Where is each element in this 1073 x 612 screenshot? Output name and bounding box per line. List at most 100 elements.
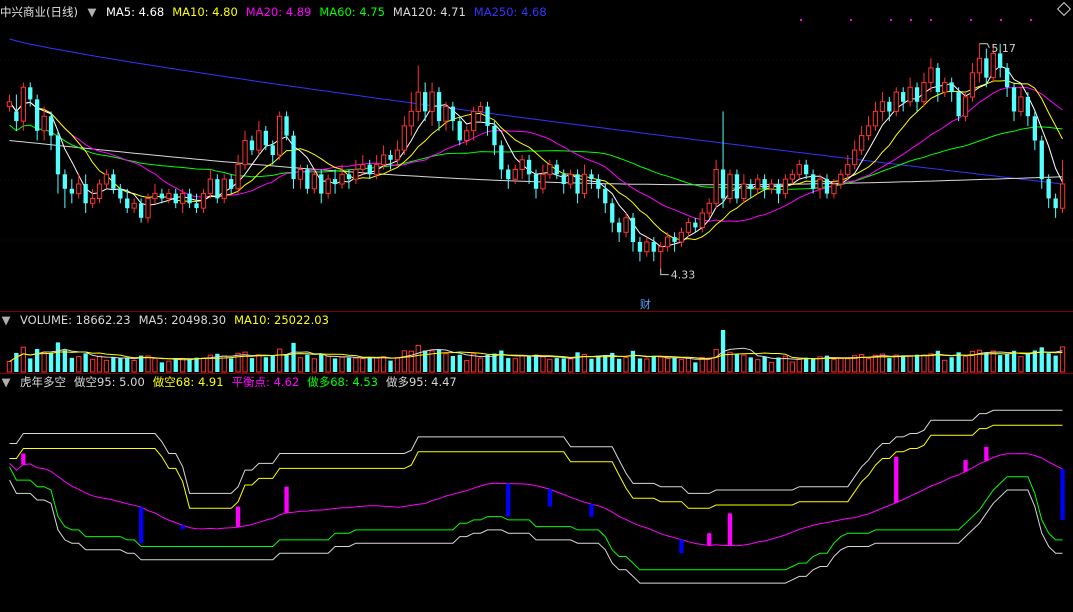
volume-bar-down — [637, 358, 643, 372]
volume-bar-up — [401, 350, 408, 373]
volume-bar-down — [762, 356, 767, 372]
candle-down — [194, 203, 199, 209]
volume-bar-up — [665, 358, 671, 373]
volume-bar-up — [256, 354, 262, 373]
candle-up — [131, 202, 137, 209]
candle-down — [596, 179, 601, 189]
volume-bar-up — [464, 360, 470, 373]
candle-down — [720, 169, 726, 199]
volume-bar-down — [187, 359, 192, 372]
candle-down — [118, 188, 123, 199]
volume-bar-up — [568, 358, 574, 373]
candle-down — [589, 174, 594, 180]
candle-down — [561, 174, 566, 184]
candle-down — [367, 164, 372, 175]
volume-bar-up — [20, 346, 27, 373]
candle-up — [353, 169, 359, 180]
candle-down — [173, 193, 178, 204]
volume-bar-up — [297, 357, 304, 373]
candle-down — [672, 237, 677, 242]
balance-label: 平衡点: 4.62 — [231, 375, 300, 389]
candle-down — [776, 184, 781, 194]
high-price-label: 5.17 — [991, 42, 1016, 55]
volume-bar-down — [388, 360, 393, 372]
volume-bar-up — [415, 344, 421, 373]
volume-bar-down — [14, 353, 19, 372]
candle-up — [256, 130, 262, 151]
short95-label: 做空95: 5.00 — [74, 375, 145, 389]
candle-down — [229, 179, 234, 189]
candle-up — [471, 110, 477, 132]
volume-bar-down — [748, 357, 753, 372]
volume-bar-down — [533, 354, 539, 372]
candle-down — [1039, 140, 1044, 180]
signal-bar-long — [235, 506, 241, 527]
collapse-icon[interactable]: ▼ — [0, 312, 12, 328]
candle-down — [291, 135, 296, 180]
high-pointer — [979, 43, 990, 48]
candle-down — [617, 222, 622, 233]
volume-bar-down — [118, 357, 123, 372]
volume-bar-up — [96, 355, 103, 373]
volume-bar-up — [131, 360, 137, 373]
signal-bar-long — [894, 456, 899, 503]
signal-bar-long — [707, 533, 712, 546]
candle-down — [305, 169, 310, 189]
candle-up — [644, 241, 650, 253]
candle-up — [852, 149, 858, 166]
candle-up — [477, 106, 484, 112]
candle-down — [499, 145, 504, 170]
candle-down — [284, 116, 289, 136]
volume-bar-up — [90, 358, 96, 373]
candle-up — [713, 169, 719, 204]
volume-bar-up — [658, 356, 664, 373]
candle-down — [270, 145, 275, 155]
signal-bar-short — [180, 525, 185, 530]
event-marker — [970, 19, 972, 21]
volume-bar-up — [145, 355, 151, 373]
volume-bar-up — [277, 348, 283, 373]
signal-bar-long — [727, 513, 733, 546]
volume-bar-up — [103, 359, 110, 373]
volume-bar-up — [768, 361, 775, 373]
candle-down — [824, 179, 830, 194]
candle-up — [872, 110, 879, 127]
candle-down — [554, 164, 559, 175]
long68-label: 做多68: 4.53 — [307, 375, 378, 389]
candle-up — [519, 159, 525, 171]
candle-down — [319, 174, 324, 194]
volume-bar-down — [305, 354, 310, 372]
candle-up — [706, 202, 712, 214]
volume-bar-up — [180, 357, 186, 373]
candle-up — [166, 193, 172, 199]
candle-up — [845, 164, 851, 175]
signal-bar-long — [284, 486, 289, 513]
candle-down — [734, 174, 740, 199]
candle-down — [956, 92, 961, 117]
candle-up — [207, 178, 213, 195]
volume-bar-down — [450, 356, 455, 372]
ma5-label: MA5: 4.68 — [105, 5, 165, 19]
volume-bar-up — [706, 357, 712, 373]
volume-bar-down — [734, 354, 740, 372]
volume-bar-up — [380, 356, 387, 373]
candle-up — [145, 198, 151, 219]
collapse-icon[interactable]: ▼ — [0, 374, 12, 390]
volume-bar-down — [901, 355, 906, 372]
candle-down — [1011, 87, 1017, 112]
candle-up — [831, 183, 837, 195]
vol-ma5-label: MA5: 20498.30 — [138, 313, 227, 327]
volume-bar-down — [651, 355, 656, 372]
candle-down — [28, 87, 33, 100]
candle-up — [360, 164, 366, 170]
candle-up — [512, 169, 518, 180]
candle-down — [949, 82, 954, 93]
candle-down — [215, 179, 220, 199]
volume-bar-up — [235, 352, 241, 373]
collapse-icon[interactable]: ▼ — [86, 4, 98, 20]
chart-canvas: 5.17 4.33 财 — [0, 19, 1073, 584]
candle-up — [976, 57, 983, 74]
candle-up — [374, 164, 380, 175]
volume-bar-up — [865, 357, 872, 373]
candle-up — [817, 178, 823, 190]
